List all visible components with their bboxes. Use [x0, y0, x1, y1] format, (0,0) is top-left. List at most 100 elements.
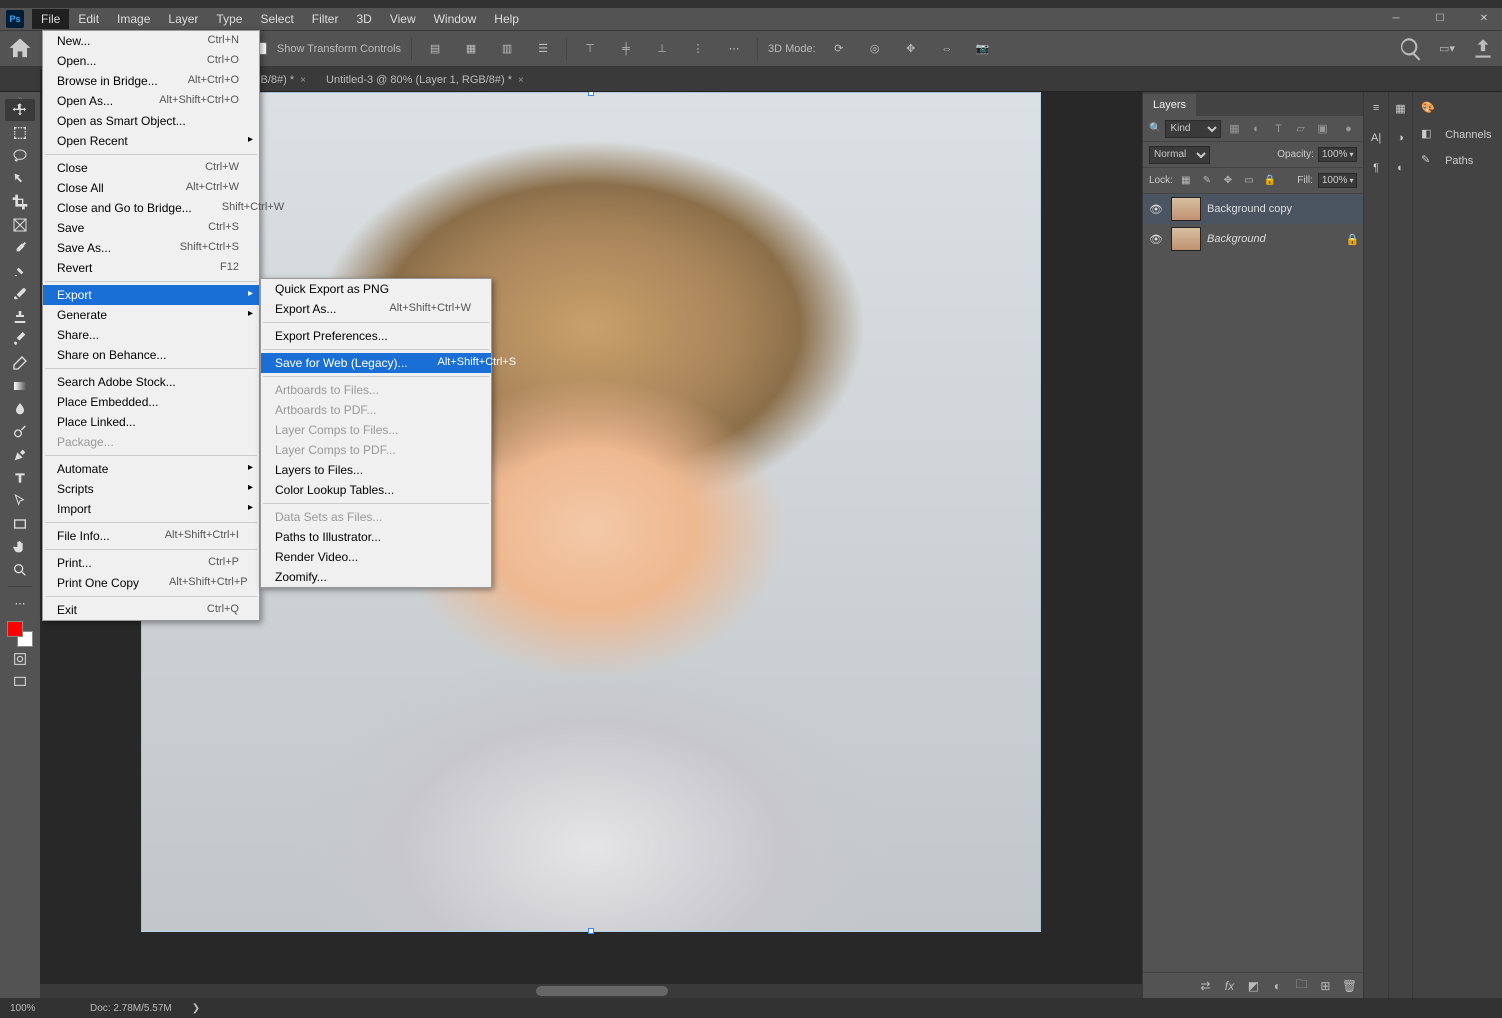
color-panel-icon[interactable]: 🎨 [1413, 96, 1502, 122]
menu-item-exit[interactable]: ExitCtrl+Q [43, 600, 259, 620]
paragraph-icon[interactable]: ¶ [1366, 158, 1386, 178]
align-top-icon[interactable]: ⊤ [577, 36, 603, 62]
swatches-icon[interactable]: ▦ [1390, 98, 1410, 118]
scrollbar-thumb[interactable] [536, 986, 668, 996]
stamp-tool[interactable] [5, 306, 35, 328]
layer-row[interactable]: 👁Background🔒 [1143, 224, 1363, 254]
document-tab[interactable]: Untitled-3 @ 80% (Layer 1, RGB/8#) *× [316, 69, 534, 91]
menu-filter[interactable]: Filter [303, 9, 348, 29]
menu-help[interactable]: Help [485, 9, 528, 29]
menu-item-place-embedded[interactable]: Place Embedded... [43, 392, 259, 412]
menu-type[interactable]: Type [207, 9, 251, 29]
zoom-tool[interactable] [5, 559, 35, 581]
properties-icon[interactable]: ≡ [1366, 98, 1386, 118]
dodge-tool[interactable] [5, 421, 35, 443]
align-center-h-icon[interactable]: ▦ [458, 36, 484, 62]
layer-thumbnail[interactable] [1171, 227, 1201, 251]
color-swatches[interactable] [7, 621, 33, 647]
3d-pan-icon[interactable]: ✥ [898, 36, 924, 62]
pen-tool[interactable] [5, 444, 35, 466]
menu-file[interactable]: File [32, 9, 69, 29]
close-button[interactable]: ✕ [1470, 8, 1498, 28]
edit-toolbar-icon[interactable]: ⋯ [5, 592, 35, 614]
distribute-v-icon[interactable]: ⋮ [685, 36, 711, 62]
lock-pixels-icon[interactable]: ▦ [1178, 173, 1194, 189]
lasso-tool[interactable] [5, 145, 35, 167]
more-align-icon[interactable]: ⋯ [721, 36, 747, 62]
styles-icon[interactable]: ◐ [1390, 158, 1410, 178]
transform-handle-bottom[interactable] [588, 928, 594, 934]
menu-item-print-one-copy[interactable]: Print One CopyAlt+Shift+Ctrl+P [43, 573, 259, 593]
menu-item-import[interactable]: Import [43, 499, 259, 519]
crop-tool[interactable] [5, 191, 35, 213]
filter-toggle[interactable]: ● [1339, 120, 1357, 138]
minimize-button[interactable]: ─ [1382, 8, 1410, 28]
menu-edit[interactable]: Edit [69, 9, 108, 29]
quick-select-tool[interactable] [5, 168, 35, 190]
layer-visibility-icon[interactable]: 👁 [1147, 233, 1165, 246]
3d-roll-icon[interactable]: ◎ [862, 36, 888, 62]
menu-item-save-for-web-legacy[interactable]: Save for Web (Legacy)...Alt+Shift+Ctrl+S [261, 353, 491, 373]
menu-select[interactable]: Select [251, 9, 302, 29]
menu-item-save-as[interactable]: Save As...Shift+Ctrl+S [43, 238, 259, 258]
layers-tab[interactable]: Layers [1143, 94, 1196, 116]
close-tab-icon[interactable]: × [300, 75, 306, 86]
screen-mode-icon[interactable] [5, 671, 35, 693]
brush-tool[interactable] [5, 283, 35, 305]
menu-item-close-all[interactable]: Close AllAlt+Ctrl+W [43, 178, 259, 198]
menu-item-close-and-go-to-bridge[interactable]: Close and Go to Bridge...Shift+Ctrl+W [43, 198, 259, 218]
opacity-value[interactable]: 100% ▾ [1318, 147, 1358, 162]
new-layer-icon[interactable]: ⊞ [1317, 979, 1333, 993]
distribute-icon[interactable]: ☰ [530, 36, 556, 62]
layer-row[interactable]: 👁Background copy [1143, 194, 1363, 224]
share-icon[interactable] [1470, 36, 1496, 62]
align-center-v-icon[interactable]: ╪ [613, 36, 639, 62]
menu-item-open-as[interactable]: Open As...Alt+Shift+Ctrl+O [43, 91, 259, 111]
menu-item-open-recent[interactable]: Open Recent [43, 131, 259, 151]
menu-item-color-lookup-tables[interactable]: Color Lookup Tables... [261, 480, 491, 500]
align-left-icon[interactable]: ▤ [422, 36, 448, 62]
menu-item-revert[interactable]: RevertF12 [43, 258, 259, 278]
home-icon[interactable] [6, 35, 34, 63]
layer-name[interactable]: Background [1207, 233, 1339, 245]
menu-item-scripts[interactable]: Scripts [43, 479, 259, 499]
menu-layer[interactable]: Layer [159, 9, 207, 29]
type-tool[interactable] [5, 467, 35, 489]
horizontal-scrollbar[interactable] [40, 984, 1142, 998]
menu-item-file-info[interactable]: File Info...Alt+Shift+Ctrl+I [43, 526, 259, 546]
eyedropper-tool[interactable] [5, 237, 35, 259]
menu-item-new[interactable]: New...Ctrl+N [43, 31, 259, 51]
menu-item-export-preferences[interactable]: Export Preferences... [261, 326, 491, 346]
layer-mask-icon[interactable]: ◩ [1245, 979, 1261, 993]
menu-item-save[interactable]: SaveCtrl+S [43, 218, 259, 238]
move-tool[interactable] [5, 99, 35, 121]
lock-position-icon[interactable]: ✥ [1220, 173, 1236, 189]
menu-image[interactable]: Image [108, 9, 159, 29]
blur-tool[interactable] [5, 398, 35, 420]
maximize-button[interactable]: ☐ [1426, 8, 1454, 28]
menu-3d[interactable]: 3D [347, 9, 380, 29]
menu-window[interactable]: Window [425, 9, 486, 29]
lock-all-icon[interactable]: 🔒 [1262, 173, 1278, 189]
menu-item-open[interactable]: Open...Ctrl+O [43, 51, 259, 71]
quick-mask-icon[interactable] [5, 648, 35, 670]
delete-layer-icon[interactable]: 🗑 [1341, 979, 1357, 993]
3d-slide-icon[interactable]: ⇔ [934, 36, 960, 62]
workspace-icon[interactable]: ▭▾ [1434, 36, 1460, 62]
menu-item-close[interactable]: CloseCtrl+W [43, 158, 259, 178]
blend-mode-select[interactable]: Normal [1149, 146, 1210, 164]
filter-type-icon[interactable]: T [1269, 120, 1287, 138]
menu-item-browse-in-bridge[interactable]: Browse in Bridge...Alt+Ctrl+O [43, 71, 259, 91]
menu-item-open-as-smart-object[interactable]: Open as Smart Object... [43, 111, 259, 131]
menu-item-zoomify[interactable]: Zoomify... [261, 567, 491, 587]
transform-handle-top[interactable] [588, 92, 594, 96]
rectangle-tool[interactable] [5, 513, 35, 535]
filter-shape-icon[interactable]: ▱ [1291, 120, 1309, 138]
link-layers-icon[interactable]: ⇄ [1197, 979, 1213, 993]
marquee-tool[interactable] [5, 122, 35, 144]
menu-view[interactable]: View [381, 9, 425, 29]
menu-item-share-on-behance[interactable]: Share on Behance... [43, 345, 259, 365]
menu-item-automate[interactable]: Automate [43, 459, 259, 479]
healing-tool[interactable] [5, 260, 35, 282]
gradient-tool[interactable] [5, 375, 35, 397]
